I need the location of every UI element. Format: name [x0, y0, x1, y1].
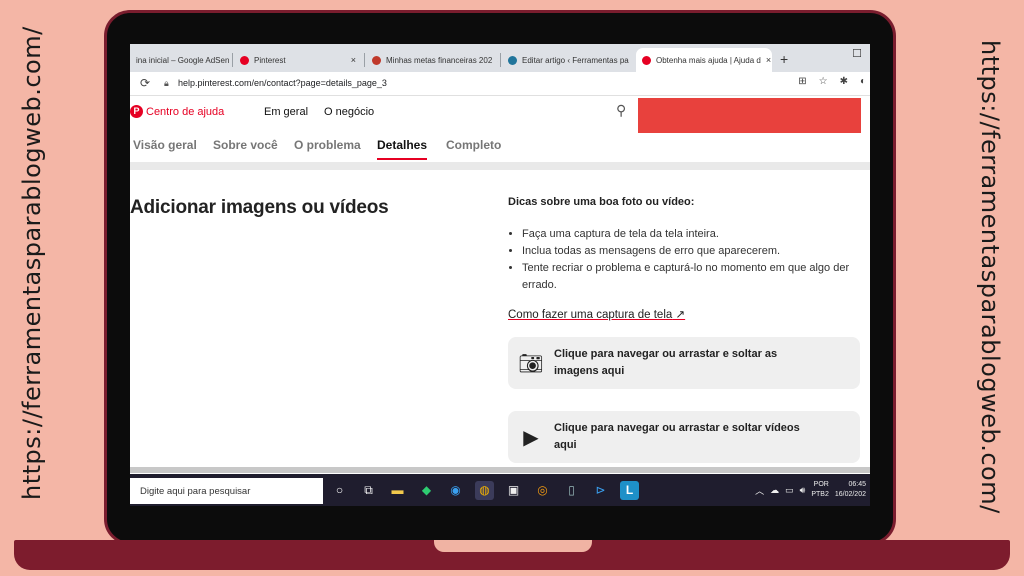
step-o-problema[interactable]: O problema: [294, 138, 361, 152]
chrome-alt-icon[interactable]: ◎: [533, 481, 552, 500]
chevron-up-icon[interactable]: ︿: [755, 484, 764, 497]
screen: ina inicial – Google AdSen × Pinterest ×…: [130, 44, 870, 506]
side-url-right: https://ferramentasparablogweb.com/: [976, 40, 1004, 514]
laptop-notch: [434, 540, 592, 552]
address-bar: ⟳ 🔒︎ help.pinterest.com/en/contact?page=…: [130, 72, 870, 96]
lock-icon[interactable]: 🔒︎: [164, 78, 169, 89]
nav-o-negocio[interactable]: O negócio: [324, 106, 374, 118]
chrome-icon[interactable]: ◍: [475, 481, 494, 500]
clock-date[interactable]: 16/02/202: [835, 490, 866, 500]
extensions-icon[interactable]: ✱: [840, 76, 848, 87]
upload-videos-dropzone[interactable]: ▶ Clique para navegar ou arrastar e solt…: [508, 411, 860, 463]
link-label: Como fazer uma captura de tela: [508, 309, 673, 321]
close-icon[interactable]: ×: [497, 55, 498, 65]
side-url-left: https://ferramentasparablogweb.com/: [18, 26, 46, 500]
dropzone-label: Clique para navegar ou arrastar e soltar…: [554, 348, 778, 377]
external-link-icon: ↗: [672, 309, 686, 321]
page-title: Adicionar imagens ou vídeos: [130, 197, 389, 218]
battery-icon[interactable]: ▭: [785, 485, 794, 496]
clock-time[interactable]: 06:45: [835, 480, 866, 490]
volume-icon[interactable]: 🔊︎: [800, 485, 806, 496]
horizontal-scrollbar[interactable]: [130, 467, 870, 473]
taskbar: Digite aqui para pesquisar ○ ⧉ ▬ ◆ ◉ ◍ ▣…: [130, 474, 870, 506]
store-icon[interactable]: ▣: [504, 481, 523, 500]
divider: [130, 162, 870, 170]
app-icon[interactable]: ◆: [417, 481, 436, 500]
tab-adsense[interactable]: ina inicial – Google AdSen ×: [130, 48, 230, 72]
cortana-icon[interactable]: ○: [330, 481, 349, 500]
tips-list: Faça uma captura de tela da tela inteira…: [508, 226, 863, 294]
folder-icon[interactable]: ▬: [388, 481, 407, 500]
cloud-icon[interactable]: ☁: [770, 485, 779, 496]
site-header: P Centro de ajuda Em geral O negócio ⚲: [130, 96, 870, 133]
tab-bar: ina inicial – Google AdSen × Pinterest ×…: [130, 44, 870, 72]
wordpress-icon: [508, 55, 517, 65]
star-icon[interactable]: ☆: [819, 76, 828, 87]
new-tab-button[interactable]: +: [780, 51, 788, 67]
list-item: Inclua todas as mensagens de erro que ap…: [522, 243, 863, 260]
step-completo[interactable]: Completo: [446, 138, 501, 152]
tab-label: Pinterest: [254, 55, 286, 65]
tab-ajuda[interactable]: Obtenha mais ajuda | Ajuda d ×: [636, 48, 772, 72]
task-view-icon[interactable]: ⧉: [359, 481, 378, 500]
brand-title: Centro de ajuda: [146, 105, 225, 118]
list-item: Tente recriar o problema e capturá-lo no…: [522, 260, 863, 294]
translate-icon[interactable]: ⊞: [798, 76, 806, 87]
profile-icon[interactable]: ◐: [860, 76, 866, 87]
taskbar-search-input[interactable]: Digite aqui para pesquisar: [130, 478, 323, 504]
maximize-icon[interactable]: ☐: [852, 47, 862, 60]
play-app-icon[interactable]: ⊳: [591, 481, 610, 500]
step-sobre-voce[interactable]: Sobre você: [213, 138, 278, 152]
list-item: Faça uma captura de tela da tela inteira…: [522, 226, 863, 243]
pinterest-logo-icon: P: [130, 105, 143, 118]
tab-label: Obtenha mais ajuda | Ajuda d: [656, 55, 761, 65]
site-icon: [372, 55, 381, 65]
search-placeholder: Digite aqui para pesquisar: [140, 486, 251, 497]
close-icon[interactable]: ×: [766, 55, 771, 65]
pinterest-icon: [642, 55, 651, 65]
tab-metas[interactable]: Minhas metas financeiras 202 ×: [366, 48, 498, 72]
keyboard-language[interactable]: POR: [811, 480, 829, 490]
step-nav: Visão geral Sobre você O problema Detalh…: [130, 132, 870, 162]
play-icon: ▶: [523, 426, 539, 449]
reload-icon[interactable]: ⟳: [140, 76, 150, 90]
tab-editar-artigo[interactable]: Editar artigo ‹ Ferramentas pa ×: [502, 48, 634, 72]
tab-label: Minhas metas financeiras 202: [386, 55, 493, 65]
upload-images-dropzone[interactable]: 📷︎ Clique para navegar ou arrastar e sol…: [508, 337, 860, 389]
keyboard-layout[interactable]: PTB2: [811, 490, 829, 500]
step-visao-geral[interactable]: Visão geral: [133, 138, 197, 152]
system-tray: ︿ ☁ ▭ 🔊︎ POR PTB2 06:45 16/02/202: [755, 480, 870, 500]
tab-label: Editar artigo ‹ Ferramentas pa: [522, 55, 629, 65]
tab-label: ina inicial – Google AdSen: [136, 55, 230, 65]
app-l-icon[interactable]: L: [620, 481, 639, 500]
camera-icon: 📷︎: [518, 352, 544, 375]
search-icon[interactable]: ⚲: [616, 102, 626, 119]
tips-title: Dicas sobre uma boa foto ou vídeo:: [508, 196, 695, 208]
file-icon[interactable]: ▯: [562, 481, 581, 500]
nav-em-geral[interactable]: Em geral: [264, 106, 308, 118]
tab-pinterest[interactable]: Pinterest ×: [234, 48, 362, 72]
dropzone-label: Clique para navegar ou arrastar e soltar…: [554, 422, 800, 451]
edge-icon[interactable]: ◉: [446, 481, 465, 500]
brand[interactable]: P Centro de ajuda: [130, 105, 224, 118]
redacted-block: [638, 98, 861, 133]
close-icon[interactable]: ×: [351, 55, 356, 65]
pinterest-icon: [240, 55, 249, 65]
step-detalhes[interactable]: Detalhes: [377, 138, 428, 160]
url-field[interactable]: help.pinterest.com/en/contact?page=detai…: [178, 78, 387, 88]
screenshot-howto-link[interactable]: Como fazer uma captura de tela ↗: [508, 307, 685, 321]
